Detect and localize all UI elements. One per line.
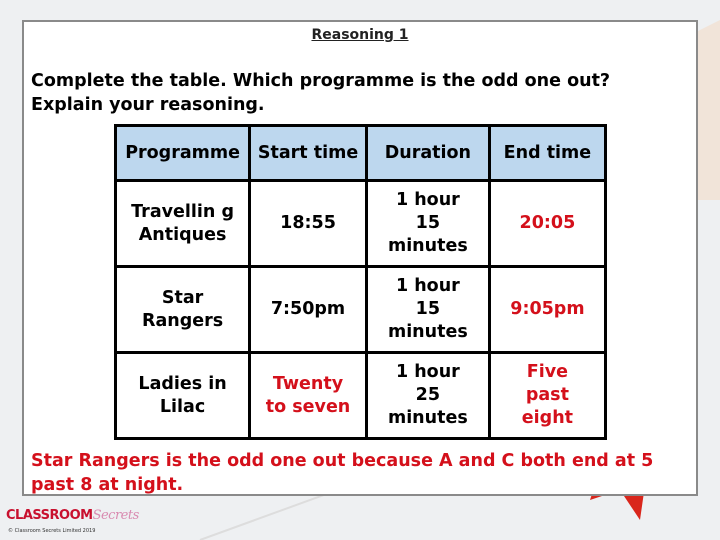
cell-duration: 1 hour 25 minutes: [364, 351, 491, 440]
table-row: Ladies in Lilac Twenty to seven 1 hour 2…: [113, 351, 608, 440]
cell-end: 20:05: [487, 179, 608, 268]
cell-programme: Ladies in Lilac: [113, 351, 252, 440]
copyright-text: © Classroom Secrets Limited 2019: [8, 528, 96, 534]
header-start-time: Start time: [248, 124, 368, 182]
logo-word2: Secrets: [92, 508, 140, 523]
cell-programme: Travellin g Antiques: [113, 179, 252, 268]
content-panel: Reasoning 1 Complete the table. Which pr…: [22, 20, 698, 496]
question-text: Complete the table. Which programme is t…: [31, 71, 611, 115]
logo-word1: CLASSROOM: [6, 508, 93, 523]
header-end-time: End time: [487, 124, 608, 182]
cell-end: Five past eight: [487, 351, 608, 440]
cell-duration: 1 hour 15 minutes: [364, 179, 491, 268]
table-header-row: Programme Start time Duration End time: [113, 124, 608, 182]
answer-text: Star Rangers is the odd one out because …: [31, 451, 654, 495]
header-programme: Programme: [113, 124, 252, 182]
table-row: Star Rangers 7:50pm 1 hour 15 minutes 9:…: [113, 265, 608, 354]
slide-title: Reasoning 1: [311, 27, 409, 43]
table-row: Travellin g Antiques 18:55 1 hour 15 min…: [113, 179, 608, 268]
classroom-secrets-logo: CLASSROOMSecrets: [6, 508, 139, 523]
cell-duration: 1 hour 15 minutes: [364, 265, 491, 354]
cell-start: 7:50pm: [248, 265, 368, 354]
programme-table: Programme Start time Duration End time T…: [113, 124, 608, 440]
cell-end: 9:05pm: [487, 265, 608, 354]
cell-start: 18:55: [248, 179, 368, 268]
header-duration: Duration: [364, 124, 491, 182]
cell-start: Twenty to seven: [248, 351, 368, 440]
cell-programme: Star Rangers: [113, 265, 252, 354]
